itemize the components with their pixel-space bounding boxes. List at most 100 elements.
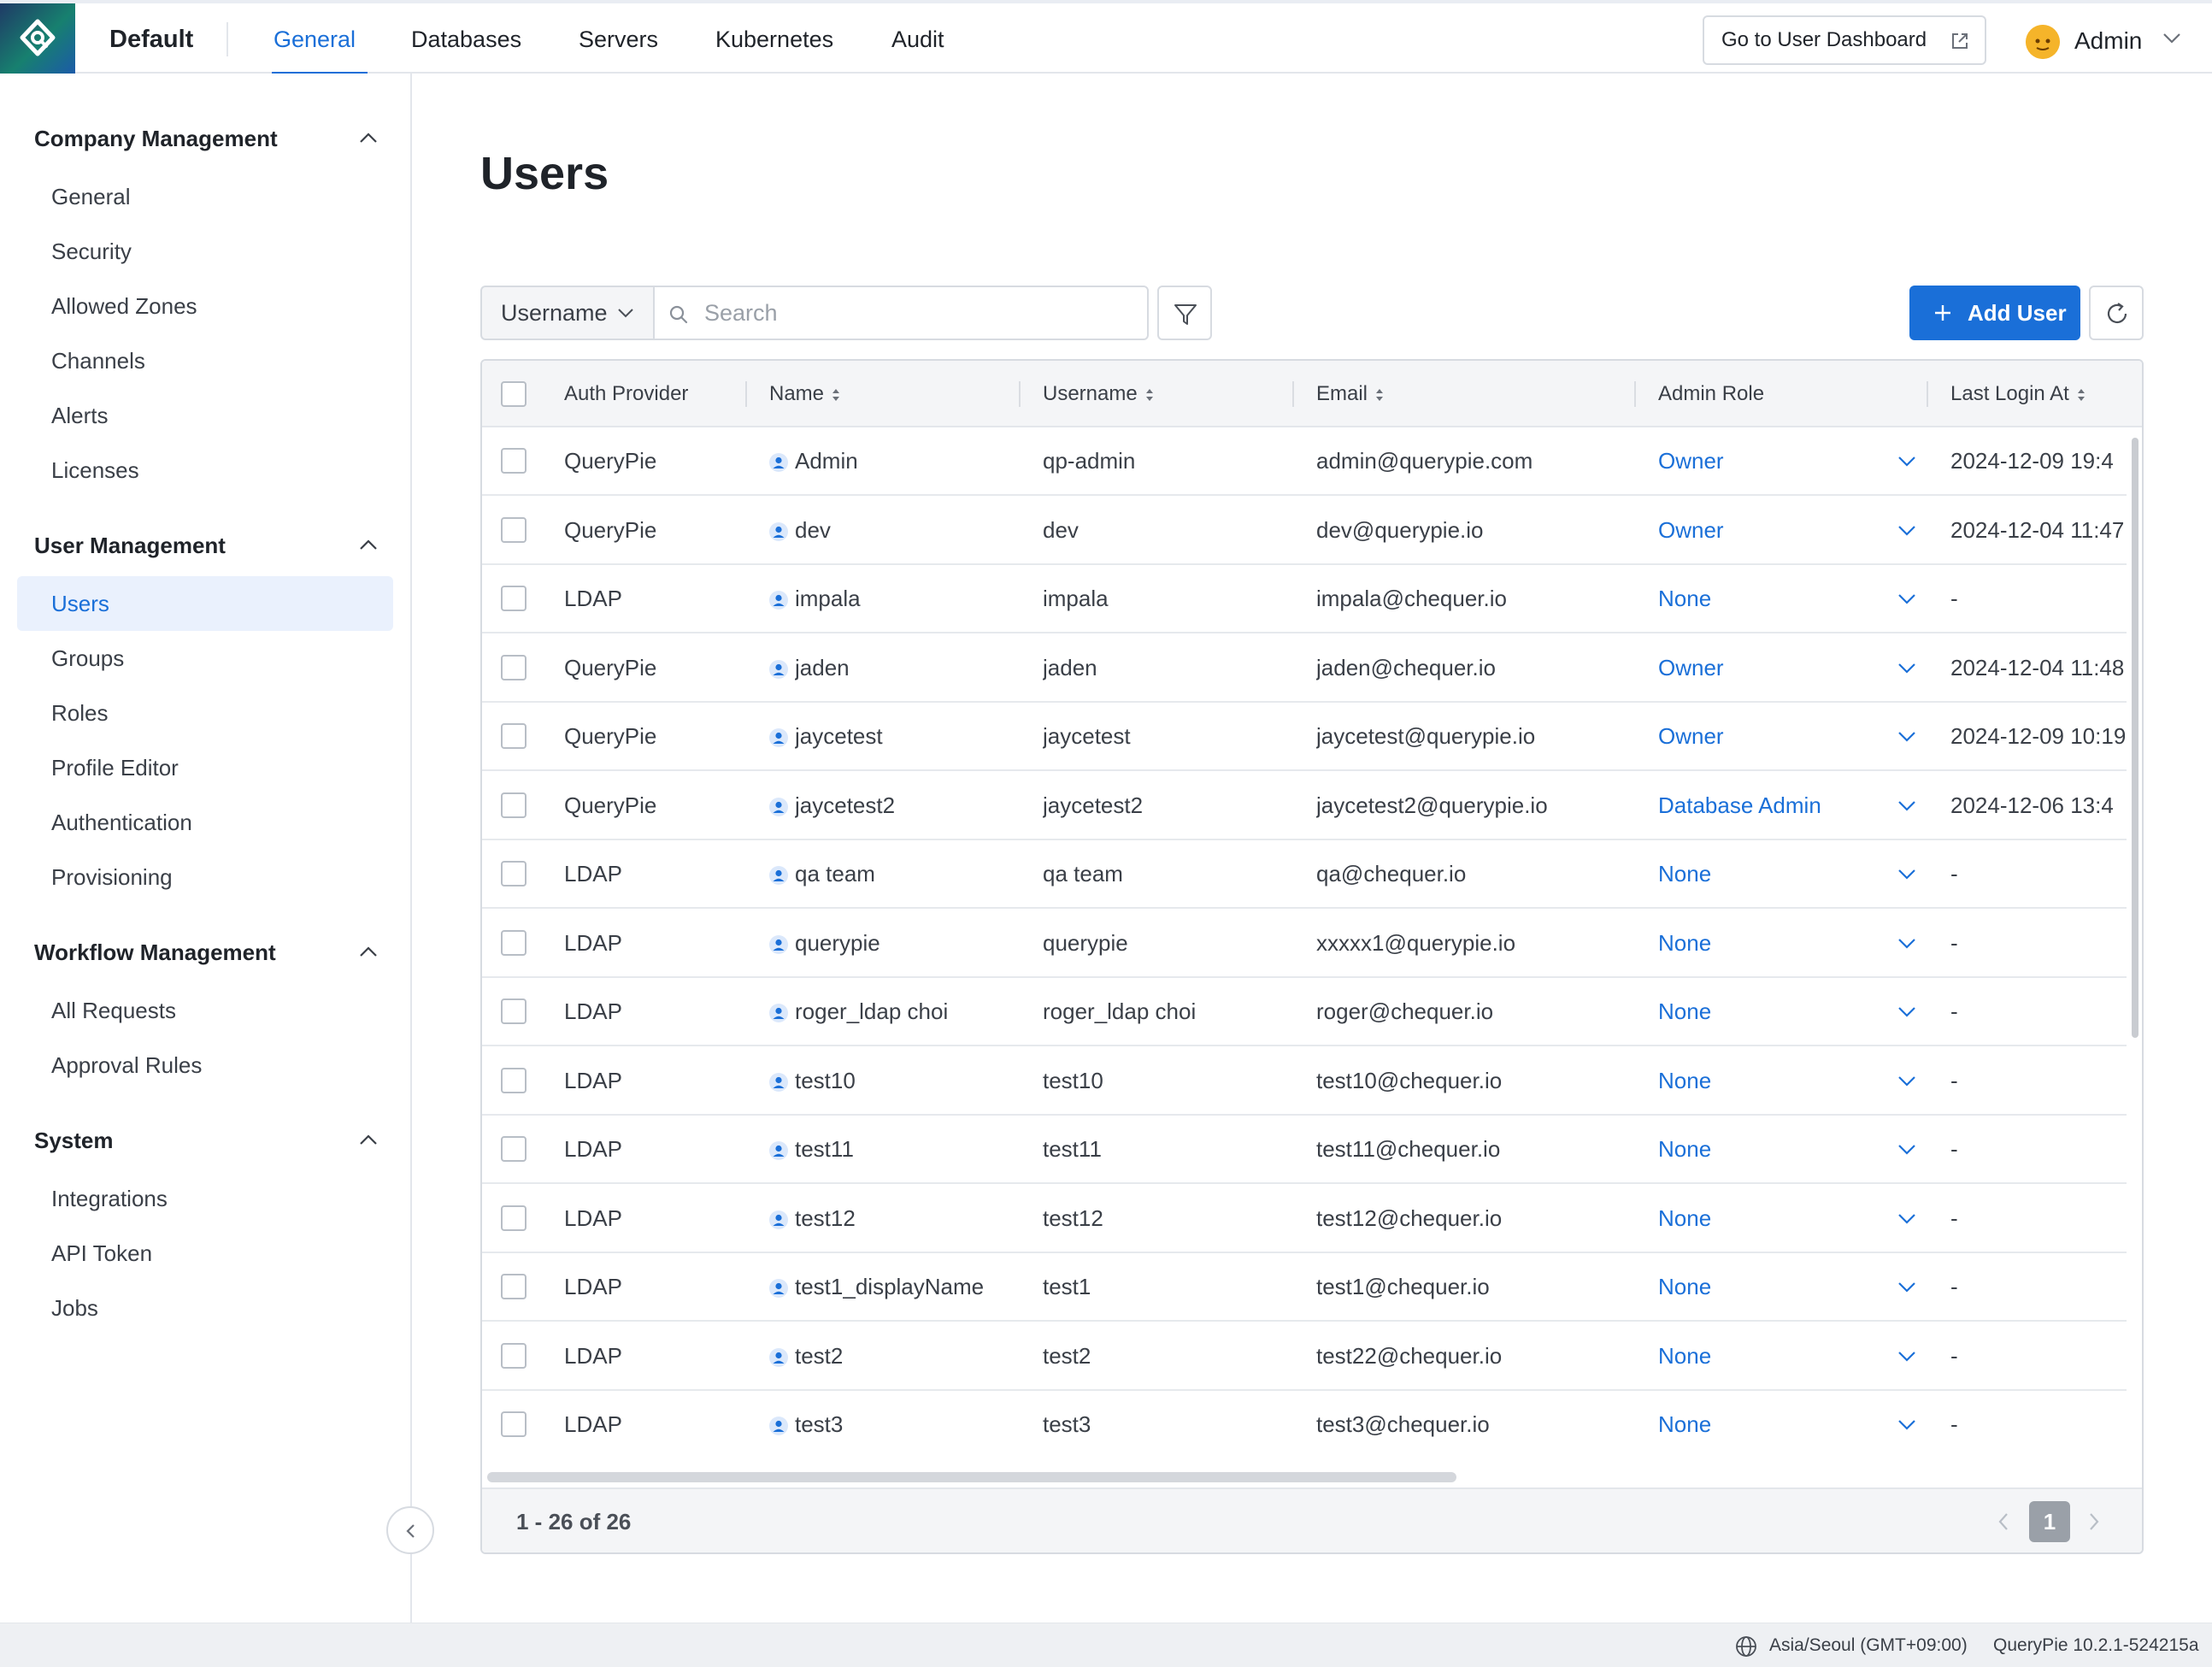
chevron-down-icon[interactable] bbox=[1897, 869, 1916, 881]
row-checkbox[interactable] bbox=[501, 792, 527, 818]
chevron-down-icon[interactable] bbox=[1897, 456, 1916, 468]
table-row[interactable]: LDAP impala impala impala@chequer.io None - bbox=[482, 565, 2127, 633]
row-checkbox[interactable] bbox=[501, 861, 527, 887]
sidebar-item-alerts[interactable]: Alerts bbox=[17, 388, 393, 443]
table-row[interactable]: QueryPie jaycetest jaycetest jaycetest@quer… bbox=[482, 703, 2127, 771]
cell-admin-role[interactable]: None bbox=[1658, 1185, 1880, 1252]
column-header-last-login[interactable]: Last Login At bbox=[1950, 361, 2086, 427]
chevron-down-icon[interactable] bbox=[1897, 1419, 1916, 1431]
sidebar-section-system[interactable]: System bbox=[34, 1125, 114, 1156]
page-number-button[interactable]: 1 bbox=[2029, 1501, 2070, 1542]
sidebar-item-jobs[interactable]: Jobs bbox=[17, 1281, 393, 1335]
sidebar-collapse-button[interactable] bbox=[386, 1506, 434, 1554]
column-divider[interactable] bbox=[745, 381, 747, 407]
next-page-icon[interactable] bbox=[2087, 1511, 2101, 1532]
horizontal-scrollbar-thumb[interactable] bbox=[487, 1472, 1456, 1482]
cell-admin-role[interactable]: None bbox=[1658, 840, 1880, 907]
chevron-down-icon[interactable] bbox=[1897, 938, 1916, 950]
row-checkbox[interactable] bbox=[501, 586, 527, 611]
column-divider[interactable] bbox=[1019, 381, 1021, 407]
table-row[interactable]: LDAP querypie querypie xxxxx1@querypie.io No… bbox=[482, 910, 2127, 978]
row-checkbox[interactable] bbox=[501, 516, 527, 543]
search-field-select[interactable]: Username bbox=[480, 286, 655, 340]
sidebar-item-channels[interactable]: Channels bbox=[17, 333, 393, 388]
sidebar-item-provisioning[interactable]: Provisioning bbox=[17, 850, 393, 904]
row-checkbox[interactable] bbox=[501, 1274, 527, 1299]
table-row[interactable]: LDAP test2 test2 test22@chequer.io None - bbox=[482, 1322, 2127, 1391]
search-input[interactable] bbox=[704, 296, 1132, 330]
chevron-down-icon[interactable] bbox=[1897, 1213, 1916, 1225]
table-row[interactable]: LDAP test3 test3 test3@chequer.io None - bbox=[482, 1391, 2127, 1453]
row-checkbox[interactable] bbox=[501, 998, 527, 1024]
cell-admin-role[interactable]: None bbox=[1658, 1047, 1880, 1114]
column-header-name[interactable]: Name bbox=[769, 361, 841, 427]
sidebar-item-users[interactable]: Users bbox=[17, 576, 393, 631]
chevron-down-icon[interactable] bbox=[1897, 1006, 1916, 1018]
column-header-email[interactable]: Email bbox=[1316, 361, 1385, 427]
sidebar-item-groups[interactable]: Groups bbox=[17, 631, 393, 686]
sidebar-item-profile-editor[interactable]: Profile Editor bbox=[17, 740, 393, 795]
chevron-down-icon[interactable] bbox=[1897, 1075, 1916, 1087]
row-checkbox[interactable] bbox=[501, 1411, 527, 1437]
go-to-user-dashboard-button[interactable]: Go to User Dashboard bbox=[1703, 15, 1986, 65]
column-divider[interactable] bbox=[1927, 381, 1928, 407]
chevron-up-icon[interactable] bbox=[359, 132, 378, 144]
timezone-label[interactable]: Asia/Seoul (GMT+09:00) bbox=[1769, 1632, 1968, 1659]
cell-admin-role[interactable]: None bbox=[1658, 565, 1880, 632]
current-user-name[interactable]: Admin bbox=[2074, 24, 2142, 58]
column-divider[interactable] bbox=[1292, 381, 1294, 407]
sidebar-item-general[interactable]: General bbox=[17, 169, 393, 224]
chevron-up-icon[interactable] bbox=[359, 539, 378, 551]
row-checkbox[interactable] bbox=[501, 1342, 527, 1369]
sidebar-item-security[interactable]: Security bbox=[17, 224, 393, 279]
querypie-logo-icon[interactable] bbox=[0, 3, 75, 74]
table-row[interactable]: QueryPie Admin qp-admin admin@querypie.com O… bbox=[482, 427, 2127, 496]
row-checkbox[interactable] bbox=[501, 448, 527, 474]
sidebar-item-allowed-zones[interactable]: Allowed Zones bbox=[17, 279, 393, 333]
table-row[interactable]: LDAP test12 test12 test12@chequer.io None - bbox=[482, 1185, 2127, 1253]
vertical-scrollbar-thumb[interactable] bbox=[2132, 438, 2138, 1038]
chevron-down-icon[interactable] bbox=[1897, 663, 1916, 674]
row-checkbox[interactable] bbox=[501, 654, 527, 680]
column-header-username[interactable]: Username bbox=[1043, 361, 1155, 427]
chevron-down-icon[interactable] bbox=[1897, 731, 1916, 743]
user-avatar[interactable] bbox=[2026, 25, 2060, 59]
row-checkbox[interactable] bbox=[501, 1067, 527, 1093]
tab-servers[interactable]: Servers bbox=[579, 22, 658, 56]
sidebar-item-authentication[interactable]: Authentication bbox=[17, 795, 393, 850]
cell-admin-role[interactable]: Database Admin bbox=[1658, 772, 1880, 839]
row-checkbox[interactable] bbox=[501, 723, 527, 749]
table-row[interactable]: LDAP test10 test10 test10@chequer.io None - bbox=[482, 1047, 2127, 1116]
sidebar-item-all-requests[interactable]: All Requests bbox=[17, 983, 393, 1038]
refresh-button[interactable] bbox=[2089, 286, 2144, 340]
cell-admin-role[interactable]: None bbox=[1658, 978, 1880, 1045]
sidebar-item-approval-rules[interactable]: Approval Rules bbox=[17, 1038, 393, 1093]
cell-admin-role[interactable]: None bbox=[1658, 1116, 1880, 1182]
chevron-down-icon[interactable] bbox=[1897, 1281, 1916, 1293]
cell-admin-role[interactable]: None bbox=[1658, 1391, 1880, 1453]
sidebar-item-roles[interactable]: Roles bbox=[17, 686, 393, 740]
table-row[interactable]: LDAP test1_displayName test1 test1@chequer.… bbox=[482, 1253, 2127, 1322]
row-checkbox[interactable] bbox=[501, 1136, 527, 1162]
add-user-button[interactable]: Add User bbox=[1909, 286, 2080, 340]
cell-admin-role[interactable]: Owner bbox=[1658, 634, 1880, 701]
table-row[interactable]: LDAP test11 test11 test11@chequer.io None - bbox=[482, 1116, 2127, 1184]
table-row[interactable]: LDAP roger_ldap choi roger_ldap choi roger@… bbox=[482, 978, 2127, 1046]
table-row[interactable]: QueryPie jaden jaden jaden@chequer.io Owner 2… bbox=[482, 634, 2127, 703]
previous-page-icon[interactable] bbox=[1997, 1511, 2010, 1532]
table-row[interactable]: QueryPie dev dev dev@querypie.io Owner 2024-1… bbox=[482, 497, 2127, 565]
chevron-down-icon[interactable] bbox=[1897, 593, 1916, 605]
tab-databases[interactable]: Databases bbox=[411, 22, 521, 56]
column-divider[interactable] bbox=[1634, 381, 1636, 407]
sidebar-section-workflow-management[interactable]: Workflow Management bbox=[34, 937, 276, 968]
filter-button[interactable] bbox=[1157, 286, 1212, 340]
sidebar-item-integrations[interactable]: Integrations bbox=[17, 1171, 393, 1226]
chevron-down-icon[interactable] bbox=[1897, 1144, 1916, 1156]
tab-audit[interactable]: Audit bbox=[891, 22, 944, 56]
cell-admin-role[interactable]: None bbox=[1658, 1253, 1880, 1320]
cell-admin-role[interactable]: Owner bbox=[1658, 703, 1880, 769]
tab-general[interactable]: General bbox=[274, 22, 356, 56]
sidebar-item-api-token[interactable]: API Token bbox=[17, 1226, 393, 1281]
sidebar-section-user-management[interactable]: User Management bbox=[34, 530, 226, 561]
chevron-down-icon[interactable] bbox=[1897, 525, 1916, 537]
